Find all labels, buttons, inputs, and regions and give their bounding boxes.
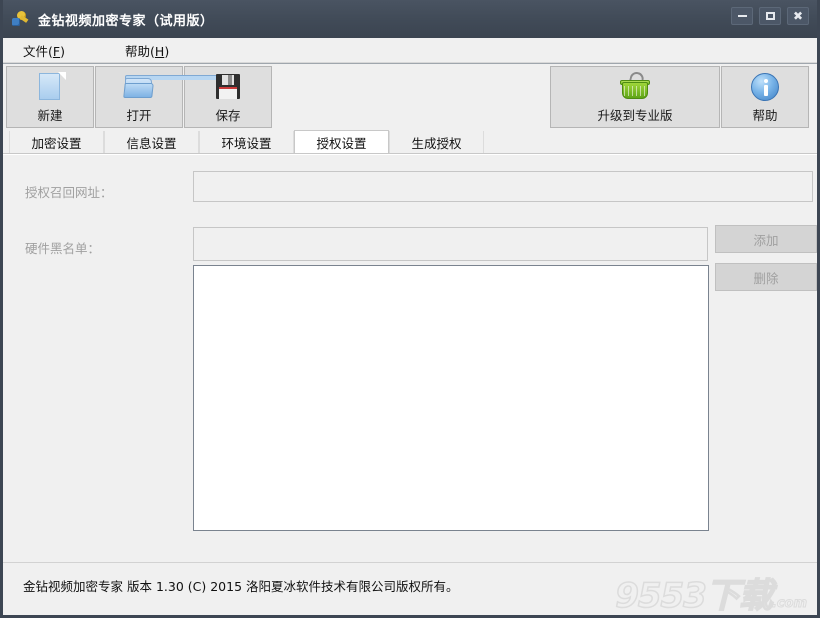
close-button[interactable]: ✖ — [787, 7, 809, 25]
tab-authorization-settings[interactable]: 授权设置 — [294, 130, 389, 153]
save-floppy-icon — [212, 71, 244, 103]
help-button-label: 帮助 — [752, 107, 778, 123]
new-button-label: 新建 — [37, 107, 63, 123]
status-bar-text: 金钻视频加密专家 版本 1.30 (C) 2015 洛阳夏冰软件技术有限公司版权… — [23, 578, 459, 594]
menu-item-help-text: 帮助 — [125, 43, 151, 59]
toolbar-left-group: 新建 打开 保存 — [6, 66, 273, 128]
shopping-basket-icon — [619, 70, 651, 103]
minimize-button[interactable] — [731, 7, 753, 25]
close-icon: ✖ — [792, 9, 804, 23]
site-watermark: 9553下载.com — [614, 576, 807, 616]
tab-info-settings[interactable]: 信息设置 — [104, 131, 199, 153]
status-bar: 金钻视频加密专家 版本 1.30 (C) 2015 洛阳夏冰软件技术有限公司版权… — [3, 562, 817, 614]
authorization-settings-panel: 授权召回网址： 硬件黑名单： 添加 删除 — [3, 154, 817, 562]
maximize-button[interactable] — [759, 7, 781, 25]
menu-item-file[interactable]: 文件(F) — [23, 41, 65, 60]
add-button[interactable]: 添加 — [715, 225, 817, 253]
toolbar-right-group: 升级到专业版 帮助 — [550, 66, 810, 128]
title-bar: 金钻视频加密专家（试用版） ✖ — [3, 0, 817, 38]
toolbar: 新建 打开 保存 升级到专业版 帮助 — [3, 63, 817, 131]
help-button[interactable]: 帮助 — [721, 66, 809, 128]
tab-bar: 加密设置 信息设置 环境设置 授权设置 生成授权 — [3, 130, 817, 154]
menu-item-help-mnemonic: H — [154, 43, 165, 59]
maximize-icon — [765, 12, 775, 20]
application-window: 金钻视频加密专家（试用版） ✖ 文件(F) 帮助(H) 新建 打开 保存 升级到… — [0, 0, 820, 618]
tab-encryption-settings[interactable]: 加密设置 — [9, 131, 104, 153]
delete-button[interactable]: 删除 — [715, 263, 817, 291]
upgrade-pro-button[interactable]: 升级到专业版 — [550, 66, 720, 128]
info-circle-icon — [749, 71, 781, 103]
open-button-label: 打开 — [126, 107, 152, 123]
menu-bar: 文件(F) 帮助(H) — [3, 38, 817, 63]
minimize-icon — [737, 15, 747, 17]
hardware-blacklist-label: 硬件黑名单： — [25, 241, 101, 256]
hardware-blacklist-input[interactable] — [193, 227, 708, 261]
key-icon — [12, 10, 30, 28]
open-button[interactable]: 打开 — [95, 66, 220, 128]
menu-item-file-mnemonic: F — [52, 43, 61, 59]
tab-generate-authorization[interactable]: 生成授权 — [389, 131, 484, 153]
window-controls: ✖ — [731, 7, 809, 25]
recall-url-label: 授权召回网址： — [25, 185, 113, 200]
recall-url-input[interactable] — [193, 171, 813, 202]
new-button[interactable]: 新建 — [6, 66, 94, 128]
watermark-main: 9553下载 — [614, 576, 773, 616]
menu-item-file-text: 文件 — [23, 43, 49, 59]
tab-environment-settings[interactable]: 环境设置 — [199, 131, 294, 153]
save-button-label: 保存 — [215, 107, 241, 123]
upgrade-pro-button-label: 升级到专业版 — [597, 107, 673, 123]
new-file-icon — [34, 71, 66, 103]
menu-item-help[interactable]: 帮助(H) — [125, 41, 169, 60]
window-title: 金钻视频加密专家（试用版） — [38, 13, 214, 29]
open-folder-icon — [123, 71, 220, 103]
hardware-blacklist-listbox[interactable] — [193, 265, 709, 531]
watermark-sub: .com — [771, 596, 807, 611]
